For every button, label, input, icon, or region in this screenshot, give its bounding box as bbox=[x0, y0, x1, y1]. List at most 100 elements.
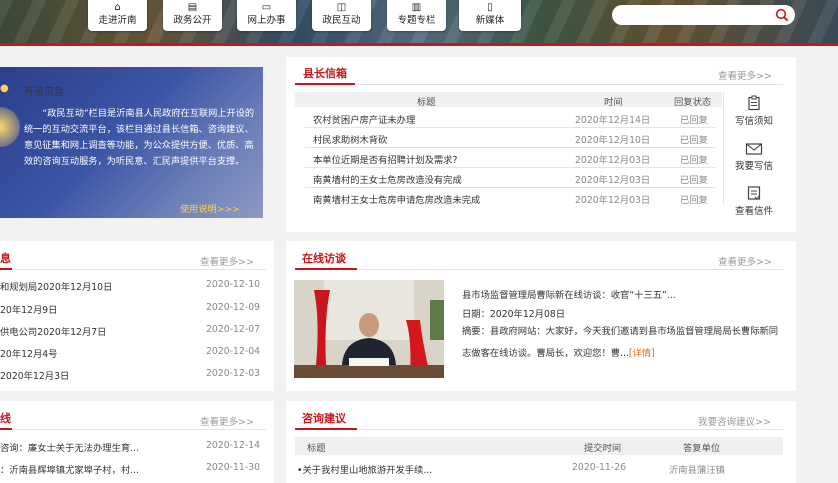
interview-summary: 摘要：县政府网站：大家好，今天我们邀请到县市场监督管理局局长曹际新同志做客在线访… bbox=[462, 321, 784, 365]
news-item-title[interactable]: 2020年12月3日 bbox=[0, 368, 69, 382]
nav-item-label: 网上办事 bbox=[247, 15, 286, 26]
news-item-title[interactable]: 20年12月9日 bbox=[0, 302, 57, 316]
nav-item-interaction[interactable]: ◫ 政民互动 bbox=[312, 0, 371, 31]
interview-title: 在线访谈 bbox=[302, 252, 346, 265]
mailbox-row-time: 2020年12月03日 bbox=[575, 175, 651, 186]
nav-item-label: 走进沂南 bbox=[98, 15, 137, 26]
mailbox-title: 县长信箱 bbox=[303, 67, 347, 80]
consult-row-title[interactable]: •关于我村里山地旅游开发手续... bbox=[297, 462, 432, 476]
consult-more-link[interactable]: 我要咨询建议>> bbox=[698, 414, 771, 428]
mailbox-header-title: 标题 bbox=[417, 97, 436, 108]
interview-title-underline bbox=[295, 268, 357, 270]
interview-divider bbox=[357, 269, 783, 270]
news-more-link[interactable]: 查看更多>> bbox=[200, 254, 254, 268]
mailbox-title-underline bbox=[295, 83, 355, 85]
mailbox-row-title[interactable]: 南黄墙村王女士危房申请危房改造未完成 bbox=[313, 192, 480, 206]
chat-icon: ◫ bbox=[336, 2, 347, 13]
consult-title-underline bbox=[295, 428, 357, 430]
nav-item-topics[interactable]: ▥ 专题专栏 bbox=[387, 0, 446, 31]
columns-icon: ▥ bbox=[411, 2, 422, 13]
mailbox-row-title[interactable]: 农村贫困户房产证未办理 bbox=[313, 112, 415, 126]
mailbox-row-status: 已回复 bbox=[680, 135, 708, 146]
write-letter-label: 我要写信 bbox=[734, 161, 773, 172]
mailbox-row-status: 已回复 bbox=[680, 155, 708, 166]
home-icon: ⌂ bbox=[114, 2, 121, 13]
consult-list-item[interactable]: ：沂南县辉埠镇尤家埠子村，村... bbox=[0, 462, 139, 476]
letter-guide-button[interactable]: 写信须知 bbox=[724, 95, 784, 127]
envelope-icon bbox=[745, 143, 763, 155]
consult-list-date: 2020-12-14 bbox=[206, 440, 261, 451]
mailbox-row-title[interactable]: 村民求助树木背砍 bbox=[313, 132, 387, 146]
mailbox-row-status: 已回复 bbox=[680, 195, 708, 206]
search-box[interactable] bbox=[612, 5, 795, 25]
usage-guide-link[interactable]: 使用说明>>> bbox=[180, 201, 240, 215]
monitor-icon: ▭ bbox=[261, 2, 272, 13]
consult-divider bbox=[357, 429, 783, 430]
write-letter-button[interactable]: 我要写信 bbox=[724, 141, 784, 172]
consult-list-divider bbox=[12, 429, 266, 430]
mailbox-row-status: 已回复 bbox=[680, 115, 708, 126]
row-divider bbox=[305, 147, 715, 148]
news-item-title[interactable]: 和规划局2020年12月10日 bbox=[0, 279, 112, 293]
nav-item-label: 专题专栏 bbox=[397, 15, 436, 26]
view-letters-button[interactable]: 查看信件 bbox=[724, 185, 784, 217]
consult-list-more-link[interactable]: 查看更多>> bbox=[200, 414, 254, 428]
mailbox-divider bbox=[355, 84, 783, 85]
nav-item-new-media[interactable]: ▯ 新媒体 bbox=[459, 0, 521, 31]
interview-headline[interactable]: 县市场监督管理局曹际新在线访谈：收官“十三五”... bbox=[462, 287, 676, 301]
interview-detail-link[interactable]: [详情] bbox=[629, 348, 655, 359]
intro-title: 开设宗旨 bbox=[24, 87, 64, 98]
row-divider bbox=[305, 127, 715, 128]
nav-item-label: 政务公开 bbox=[173, 15, 212, 26]
interview-date: 日期：2020年12月08日 bbox=[462, 309, 566, 320]
search-icon[interactable] bbox=[775, 8, 789, 22]
news-item-title[interactable]: 供电公司2020年12月7日 bbox=[0, 324, 106, 338]
mailbox-more-link[interactable]: 查看更多>> bbox=[718, 68, 772, 82]
mailbox-row-time: 2020年12月10日 bbox=[575, 135, 651, 146]
intro-text: “政民互动”栏目是沂南县人民政府在互联网上开设的统一的互动交流平台，该栏目通过县… bbox=[24, 108, 255, 167]
mailbox-header-row bbox=[295, 92, 722, 107]
news-item-title[interactable]: 20年12月4号 bbox=[0, 346, 57, 360]
nav-item-about[interactable]: ⌂ 走进沂南 bbox=[88, 0, 147, 31]
consult-list-item[interactable]: 咨询：廉女士关于无法办理生育... bbox=[0, 440, 139, 454]
interview-photo[interactable] bbox=[294, 280, 444, 378]
interview-more-link[interactable]: 查看更多>> bbox=[718, 254, 772, 268]
nav-item-online-service[interactable]: ▭ 网上办事 bbox=[237, 0, 296, 31]
letter-guide-label: 写信须知 bbox=[734, 116, 773, 127]
mailbox-row-status: 已回复 bbox=[680, 175, 708, 186]
document-icon: ▤ bbox=[187, 2, 198, 13]
news-title-underline bbox=[0, 268, 12, 270]
header-divider bbox=[0, 43, 838, 46]
news-item-date: 2020-12-03 bbox=[206, 368, 261, 379]
news-item-date: 2020-12-07 bbox=[206, 324, 261, 335]
mailbox-row-title[interactable]: 本单位近期是否有招聘计划及需求? bbox=[313, 152, 457, 166]
mailbox-row-time: 2020年12月03日 bbox=[575, 155, 651, 166]
consult-row-time: 2020-11-26 bbox=[572, 462, 627, 473]
consult-list-title: 线 bbox=[0, 412, 11, 425]
interview-summary-text: 摘要：县政府网站：大家好，今天我们邀请到县市场监督管理局局长曹际新同志做客在线访… bbox=[462, 326, 779, 359]
news-item-date: 2020-12-09 bbox=[206, 302, 261, 313]
news-divider bbox=[12, 269, 266, 270]
mailbox-header-time: 时间 bbox=[604, 97, 623, 108]
mailbox-row-time: 2020年12月14日 bbox=[575, 115, 651, 126]
consult-header-time: 提交时间 bbox=[584, 443, 622, 454]
news-item-date: 2020-12-10 bbox=[206, 279, 261, 290]
consult-title: 咨询建议 bbox=[302, 412, 346, 425]
news-panel-title: 息 bbox=[0, 252, 11, 265]
view-letters-label: 查看信件 bbox=[734, 206, 773, 217]
clipboard-icon bbox=[748, 95, 760, 111]
intro-decoration bbox=[0, 107, 20, 147]
chat-bubble-icon: ● bbox=[0, 83, 9, 94]
consult-row-unit: 沂南县蒲汪镇 bbox=[669, 465, 725, 476]
letters-icon bbox=[747, 186, 761, 200]
mailbox-row-title[interactable]: 南黄墙村的王女士危房改造没有完成 bbox=[313, 172, 462, 186]
nav-item-gov-open[interactable]: ▤ 政务公开 bbox=[163, 0, 222, 31]
consult-list-date: 2020-11-30 bbox=[206, 462, 261, 473]
mailbox-row-time: 2020年12月03日 bbox=[575, 195, 651, 206]
news-item-date: 2020-12-04 bbox=[206, 346, 261, 357]
mobile-icon: ▯ bbox=[487, 2, 493, 13]
row-divider bbox=[305, 187, 715, 188]
consult-list-underline bbox=[0, 428, 12, 430]
row-divider bbox=[305, 167, 715, 168]
consult-header-title: 标题 bbox=[307, 443, 326, 454]
